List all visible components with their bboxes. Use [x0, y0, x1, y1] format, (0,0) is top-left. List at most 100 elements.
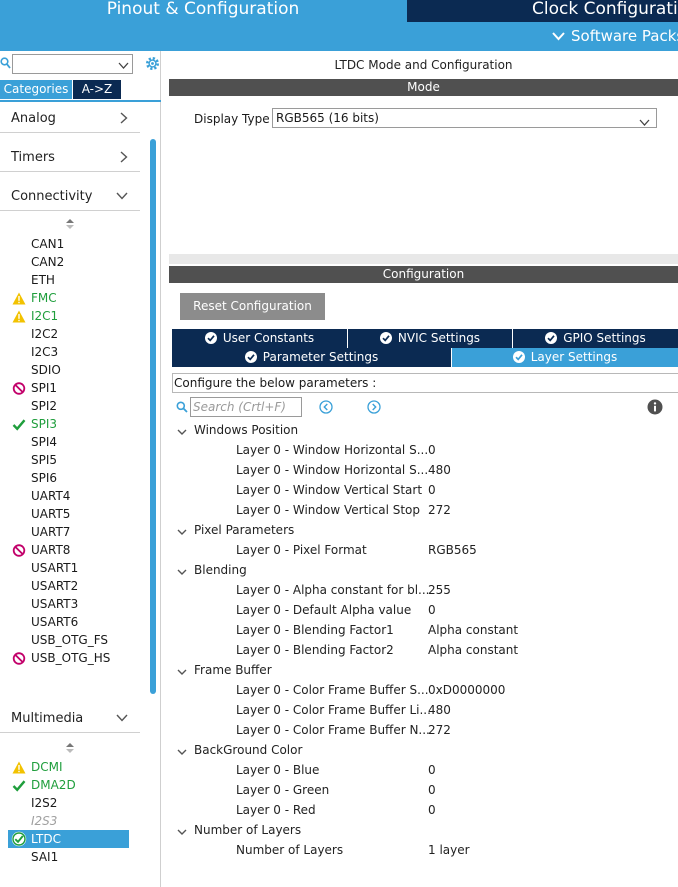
left-scrollbar[interactable] — [150, 139, 156, 694]
parameter-value[interactable]: RGB565 — [428, 543, 477, 557]
info-icon[interactable] — [647, 399, 663, 415]
sort-icon[interactable] — [66, 219, 74, 231]
reset-configuration-button[interactable]: Reset Configuration — [180, 293, 325, 320]
chevron-down-icon[interactable] — [177, 667, 187, 677]
peripheral-spi3[interactable]: SPI3 — [0, 415, 140, 433]
peripheral-search-combo[interactable] — [12, 54, 133, 74]
parameter-group-label[interactable]: Blending — [194, 563, 247, 577]
category-connectivity[interactable]: Connectivity — [0, 181, 140, 211]
parameter-group-label[interactable]: Pixel Parameters — [194, 523, 294, 537]
peripheral-uart8[interactable]: UART8 — [0, 541, 140, 559]
peripheral-spi6[interactable]: SPI6 — [0, 469, 140, 487]
peripheral-uart7[interactable]: UART7 — [0, 523, 140, 541]
tab-gpio-settings[interactable]: GPIO Settings — [513, 329, 678, 348]
chevron-down-icon[interactable] — [177, 567, 187, 577]
parameter-name[interactable]: Layer 0 - Default Alpha value — [236, 603, 411, 617]
peripheral-can2[interactable]: CAN2 — [0, 253, 140, 271]
parameter-value[interactable]: 0xD0000000 — [428, 683, 505, 697]
peripheral-usb-otg-hs[interactable]: USB_OTG_HS — [0, 649, 140, 667]
display-type-select[interactable]: RGB565 (16 bits) — [272, 108, 657, 128]
category-analog[interactable]: Analog — [0, 103, 140, 133]
category-timers[interactable]: Timers — [0, 142, 140, 172]
peripheral-spi5[interactable]: SPI5 — [0, 451, 140, 469]
peripheral-usart2[interactable]: USART2 — [0, 577, 140, 595]
parameter-value[interactable]: 0 — [428, 783, 436, 797]
peripheral-i2c2[interactable]: I2C2 — [0, 325, 140, 343]
chevron-down-icon[interactable] — [177, 427, 187, 437]
parameter-name[interactable]: Layer 0 - Window Vertical Start — [236, 483, 422, 497]
parameter-name[interactable]: Layer 0 - Green — [236, 783, 329, 797]
parameter-value[interactable]: 480 — [428, 463, 451, 477]
peripheral-i2c1[interactable]: I2C1 — [0, 307, 140, 325]
peripheral-spi4[interactable]: SPI4 — [0, 433, 140, 451]
tab-categories[interactable]: Categories — [0, 80, 72, 99]
chevron-down-icon[interactable] — [118, 58, 129, 72]
parameter-name[interactable]: Layer 0 - Blending Factor2 — [236, 643, 394, 657]
parameter-name[interactable]: Layer 0 - Window Horizontal S... — [236, 463, 428, 477]
parameter-name[interactable]: Layer 0 - Window Vertical Stop — [236, 503, 420, 517]
tab-layer-settings[interactable]: Layer Settings — [452, 348, 678, 367]
parameter-group-label[interactable]: Windows Position — [194, 423, 298, 437]
next-match-icon[interactable] — [367, 400, 381, 414]
previous-match-icon[interactable] — [319, 400, 333, 414]
peripheral-usart1[interactable]: USART1 — [0, 559, 140, 577]
tab-nvic-settings[interactable]: NVIC Settings — [348, 329, 512, 348]
parameter-value[interactable]: 0 — [428, 443, 436, 457]
tab-pinout-configuration[interactable]: Pinout & Configuration — [0, 0, 406, 22]
parameter-name[interactable]: Layer 0 - Blending Factor1 — [236, 623, 394, 637]
peripheral-usb-otg-fs[interactable]: USB_OTG_FS — [0, 631, 140, 649]
parameter-value[interactable]: 272 — [428, 503, 451, 517]
parameter-name[interactable]: Number of Layers — [236, 843, 343, 857]
parameter-name[interactable]: Layer 0 - Red — [236, 803, 316, 817]
tab-a-to-z[interactable]: A->Z — [73, 80, 121, 99]
peripheral-usart3[interactable]: USART3 — [0, 595, 140, 613]
section-divider[interactable] — [169, 254, 678, 264]
peripheral-fmc[interactable]: FMC — [0, 289, 140, 307]
parameter-value[interactable]: 0 — [428, 763, 436, 777]
peripheral-spi2[interactable]: SPI2 — [0, 397, 140, 415]
parameter-group-label[interactable]: BackGround Color — [194, 743, 302, 757]
parameter-search-input[interactable]: Search (Crtl+F) — [190, 397, 302, 417]
parameter-name[interactable]: Layer 0 - Color Frame Buffer N... — [236, 723, 430, 737]
peripheral-i2s2[interactable]: I2S2 — [0, 794, 140, 812]
parameter-value[interactable]: Alpha constant — [428, 623, 518, 637]
chevron-down-icon[interactable] — [177, 747, 187, 757]
chevron-down-icon[interactable] — [177, 827, 187, 837]
parameter-name[interactable]: Layer 0 - Blue — [236, 763, 319, 777]
parameter-name[interactable]: Layer 0 - Alpha constant for bl... — [236, 583, 430, 597]
sort-icon[interactable] — [66, 743, 74, 755]
peripheral-spi1[interactable]: SPI1 — [0, 379, 140, 397]
parameter-value[interactable]: 480 — [428, 703, 451, 717]
category-multimedia[interactable]: Multimedia — [0, 703, 140, 733]
chevron-down-icon[interactable] — [177, 527, 187, 537]
peripheral-usart6[interactable]: USART6 — [0, 613, 140, 631]
peripheral-i2c3[interactable]: I2C3 — [0, 343, 140, 361]
peripheral-i2s3[interactable]: I2S3 — [0, 812, 140, 830]
peripheral-uart4[interactable]: UART4 — [0, 487, 140, 505]
tab-clock-configuration[interactable]: Clock Configuration — [407, 0, 678, 22]
peripheral-dcmi[interactable]: DCMI — [0, 758, 140, 776]
software-packs-menu[interactable]: Software Packs — [552, 27, 678, 45]
parameter-value[interactable]: Alpha constant — [428, 643, 518, 657]
parameter-group-label[interactable]: Frame Buffer — [194, 663, 272, 677]
parameter-name[interactable]: Layer 0 - Window Horizontal S... — [236, 443, 428, 457]
parameter-value[interactable]: 1 layer — [428, 843, 470, 857]
parameter-value[interactable]: 0 — [428, 603, 436, 617]
parameter-name[interactable]: Layer 0 - Pixel Format — [236, 543, 367, 557]
peripheral-ltdc[interactable]: LTDC — [8, 830, 129, 848]
parameter-name[interactable]: Layer 0 - Color Frame Buffer Li... — [236, 703, 431, 717]
parameter-value[interactable]: 0 — [428, 483, 436, 497]
parameter-name[interactable]: Layer 0 - Color Frame Buffer S... — [236, 683, 429, 697]
peripheral-dma2d[interactable]: DMA2D — [0, 776, 140, 794]
peripheral-sai1[interactable]: SAI1 — [0, 848, 140, 866]
peripheral-can1[interactable]: CAN1 — [0, 235, 140, 253]
parameter-value[interactable]: 255 — [428, 583, 451, 597]
tab-parameter-settings[interactable]: Parameter Settings — [172, 348, 451, 367]
parameter-group-label[interactable]: Number of Layers — [194, 823, 301, 837]
gear-icon[interactable] — [144, 55, 161, 72]
tab-user-constants[interactable]: User Constants — [172, 329, 347, 348]
peripheral-eth[interactable]: ETH — [0, 271, 140, 289]
peripheral-sdio[interactable]: SDIO — [0, 361, 140, 379]
parameter-value[interactable]: 272 — [428, 723, 451, 737]
peripheral-uart5[interactable]: UART5 — [0, 505, 140, 523]
